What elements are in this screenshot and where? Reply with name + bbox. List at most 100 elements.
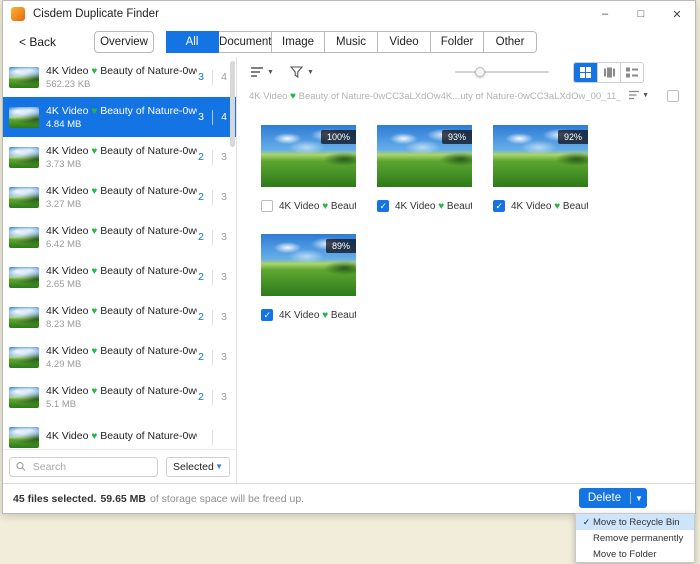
selected-count: 2 [197, 311, 205, 323]
file-label: 4K Video ♥ Beauty ... [395, 201, 472, 212]
delete-button-label: Delete [579, 492, 630, 504]
delete-dropdown-arrow[interactable]: ▼ [631, 494, 647, 503]
coverflow-view-icon [604, 67, 615, 78]
duplicate-counts [197, 430, 228, 445]
delete-menu-item[interactable]: Remove permanently [576, 530, 694, 546]
search-input[interactable] [31, 460, 151, 474]
count-divider [212, 110, 213, 125]
category-tab[interactable]: Other [484, 31, 537, 53]
file-name: 4K Video ♥ Beauty of Nature-0wCC... [46, 145, 197, 157]
file-name: 4K Video ♥ Beauty of Nature-0wCC... [46, 105, 197, 117]
delete-button[interactable]: Delete ▼ [579, 488, 647, 508]
list-sort-icon [629, 90, 640, 100]
file-meta: 4K Video ♥ Beauty of Nature-0wCC... 8.23… [46, 305, 197, 330]
total-count: 3 [220, 391, 228, 403]
file-label: 4K Video ♥ Beauty ... [279, 310, 356, 321]
selected-count: 2 [197, 351, 205, 363]
filter-icon [290, 66, 304, 78]
count-divider [212, 310, 213, 325]
duplicate-group-row[interactable]: 4K Video ♥ Beauty of Nature-0wCC... 2.65… [3, 257, 236, 297]
duplicate-groups-list: 4K Video ♥ Beauty of Nature-0wCC... 562.… [3, 57, 236, 449]
duplicate-counts: 2 3 [197, 230, 228, 245]
grid-view-button[interactable] [574, 63, 597, 82]
duplicate-group-row[interactable]: 4K Video ♥ Beauty of Nature-0wCC... 3.27… [3, 177, 236, 217]
selected-count: 3 [197, 111, 205, 123]
file-checkbox[interactable] [261, 309, 273, 321]
file-meta: 4K Video ♥ Beauty of Nature-0wCC... 4.84… [46, 105, 197, 130]
delete-menu-item[interactable]: ✓ Move to Recycle Bin [576, 514, 694, 530]
file-checkbox[interactable] [493, 200, 505, 212]
select-all-checkbox[interactable] [667, 90, 679, 102]
file-name: 4K Video ♥ Beauty of Nature-0wCC... [46, 385, 197, 397]
duplicate-group-row[interactable]: 4K Video ♥ Beauty of Nature-0wCC... 3.73… [3, 137, 236, 177]
list-view-button[interactable] [620, 63, 643, 82]
green-heart-icon: ♥ [91, 66, 97, 77]
file-meta: 4K Video ♥ Beauty of Nature-0wCC... 562.… [46, 65, 197, 90]
duplicate-group-row[interactable]: 4K Video ♥ Beauty of Nature-0wCC... 5.1 … [3, 377, 236, 417]
green-heart-icon: ♥ [438, 201, 444, 212]
thumbnail-size-slider[interactable] [455, 71, 549, 73]
back-button[interactable]: < Back [19, 35, 56, 49]
duplicate-groups-panel: 4K Video ♥ Beauty of Nature-0wCC... 562.… [3, 57, 237, 483]
duplicate-counts: 2 3 [197, 270, 228, 285]
chevron-down-icon: ▼ [642, 92, 649, 99]
file-name: 4K Video ♥ Beauty of Nature-0wCC... [46, 430, 197, 442]
file-preview[interactable]: 100% [261, 125, 356, 187]
freed-size-text: 59.65 MB [100, 493, 146, 505]
green-heart-icon: ♥ [91, 431, 97, 442]
overview-button[interactable]: Overview [94, 31, 154, 53]
file-meta: 4K Video ♥ Beauty of Nature-0wCC... 5.1 … [46, 385, 197, 410]
app-icon [11, 7, 25, 21]
count-divider [212, 230, 213, 245]
category-tab[interactable]: Folder [431, 31, 484, 53]
duplicate-group-row[interactable]: 4K Video ♥ Beauty of Nature-0wCC... [3, 417, 236, 449]
category-tab[interactable]: Image [272, 31, 325, 53]
duplicate-counts: 2 3 [197, 390, 228, 405]
detail-panel: ▼ ▼ [237, 57, 695, 483]
file-label: 4K Video ♥ Beauty ... [511, 201, 588, 212]
file-thumbnail [9, 147, 39, 168]
duplicate-counts: 2 3 [197, 350, 228, 365]
file-name: 4K Video ♥ Beauty of Nature-0wCC... [46, 65, 197, 77]
duplicate-file-card: 100% 4K Video ♥ Beauty ... [261, 125, 356, 212]
duplicate-group-row[interactable]: 4K Video ♥ Beauty of Nature-0wCC... 4.29… [3, 337, 236, 377]
sort-button[interactable]: ▼ [251, 66, 274, 78]
list-scrollbar[interactable] [230, 61, 235, 147]
file-size: 562.23 KB [46, 79, 197, 90]
category-tabs: All Document Image Music Video Folder Ot… [166, 31, 537, 53]
title-bar: Cisdem Duplicate Finder – □ ✕ [3, 1, 695, 27]
file-size: 5.1 MB [46, 399, 197, 410]
duplicate-group-row[interactable]: 4K Video ♥ Beauty of Nature-0wCC... 8.23… [3, 297, 236, 337]
search-box[interactable] [9, 457, 158, 477]
file-size: 6.42 MB [46, 239, 197, 250]
duplicate-group-row[interactable]: 4K Video ♥ Beauty of Nature-0wCC... 6.42… [3, 217, 236, 257]
selected-filter-dropdown[interactable]: Selected ▼ [166, 457, 230, 477]
category-tab[interactable]: Document [219, 31, 272, 53]
category-tab[interactable]: Video [378, 31, 431, 53]
delete-menu-item[interactable]: Move to Folder [576, 546, 694, 562]
coverflow-view-button[interactable] [597, 63, 620, 82]
file-preview[interactable]: 89% [261, 234, 356, 296]
duplicate-counts: 3 4 [197, 70, 228, 85]
count-divider [212, 430, 213, 445]
category-tab[interactable]: All [166, 31, 219, 53]
match-percent-badge: 89% [326, 239, 356, 253]
file-preview[interactable]: 93% [377, 125, 472, 187]
path-sort-button[interactable]: ▼ [629, 90, 649, 100]
file-label: 4K Video ♥ Beauty ... [279, 201, 356, 212]
duplicate-group-row[interactable]: 4K Video ♥ Beauty of Nature-0wCC... 4.84… [3, 97, 236, 137]
close-button[interactable]: ✕ [659, 1, 695, 27]
file-thumbnail [9, 387, 39, 408]
category-tab[interactable]: Music [325, 31, 378, 53]
duplicate-file-card: 89% 4K Video ♥ Beauty ... [261, 234, 356, 321]
duplicate-counts: 2 3 [197, 190, 228, 205]
file-checkbox[interactable] [377, 200, 389, 212]
maximize-button[interactable]: □ [623, 1, 659, 27]
sort-icon [251, 66, 264, 78]
filter-button[interactable]: ▼ [290, 66, 314, 78]
file-preview[interactable]: 92% [493, 125, 588, 187]
duplicate-group-row[interactable]: 4K Video ♥ Beauty of Nature-0wCC... 562.… [3, 57, 236, 97]
slider-knob[interactable] [475, 67, 485, 77]
minimize-button[interactable]: – [587, 1, 623, 27]
file-checkbox[interactable] [261, 200, 273, 212]
